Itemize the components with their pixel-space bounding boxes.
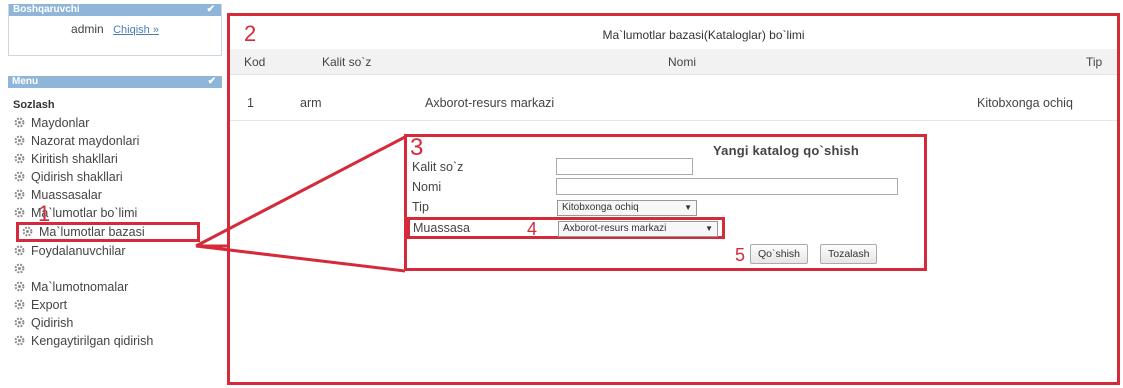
user-panel-title: Boshqaruvchi [13,4,80,15]
menu-panel: Menu ✔ Sozlash Maydonlar Nazorat maydonla… [8,76,222,386]
user-panel-header: Boshqaruvchi ✔ [9,4,221,16]
col-kod: Kod [244,55,266,69]
sidebar-item-label: Kiritish shakllari [31,152,118,166]
sidebar-item[interactable]: Kiritish shakllari [8,150,222,168]
cell-type: Kitobxonga ochiq [977,96,1073,110]
type-label: Tip [412,200,429,214]
menu-header: Menu ✔ [8,76,222,88]
gear-icon [14,317,25,328]
sidebar-item[interactable]: Ma`lumotlar bazasi [16,222,200,242]
annotation-4: 4 [527,219,538,239]
user-panel: Boshqaruvchi ✔ admin Chiqish » [8,4,222,56]
add-button[interactable]: Qo`shish [750,244,809,264]
gear-icon [22,226,33,237]
table-row[interactable]: 1 arm Axborot-resurs markazi Kitobxonga … [230,90,1117,116]
menu-list: Maydonlar Nazorat maydonlari Kiritish shak… [8,114,222,350]
col-keyword: Kalit so`z [322,55,372,69]
col-name: Nomi [668,55,697,69]
annotation-5: 5 [735,245,746,265]
cell-kod: 1 [247,96,254,110]
gear-icon [14,335,25,346]
sidebar-item[interactable] [8,260,222,278]
keyword-input[interactable] [556,158,693,175]
check-icon: ✔ [206,4,215,15]
gear-icon [14,153,25,164]
gear-icon [14,281,25,292]
gear-icon [14,299,25,310]
gear-icon [14,171,25,182]
sidebar-item[interactable]: Nazorat maydonlari [8,132,222,150]
sidebar-item-label: Nazorat maydonlari [31,134,140,148]
name-input[interactable] [556,178,898,195]
gear-icon [14,245,25,256]
dropdown-arrow-icon: ▼ [705,224,713,233]
sidebar-item-label: Export [31,298,68,312]
annotation-3: 3 [410,134,424,161]
user-line: admin Chiqish » [9,16,221,36]
username: admin [71,22,104,36]
sidebar-item-label: Muassasalar [31,188,102,202]
logout-link[interactable]: Chiqish » [113,24,159,36]
type-select-value: Kitobxonga ochiq [562,202,639,213]
sidebar-item[interactable]: Maydonlar [8,114,222,132]
sidebar-item-label: Qidirish shakllari [31,170,123,184]
sidebar-item-label: Ma`lumotlar bazasi [39,225,145,239]
col-type: Tip [1086,55,1103,69]
check-icon: ✔ [207,76,216,87]
form-title: Yangi katalog qo`shish [713,143,859,158]
cell-keyword: arm [300,96,322,110]
institution-row-highlight: Muassasa 4 Axborot-resurs markazi ▼ [407,217,725,239]
catalog-title: Ma`lumotlar bazasi(Kataloglar) bo`limi [602,28,805,42]
institution-select-value: Axborot-resurs markazi [563,223,667,234]
gear-icon [14,135,25,146]
gear-icon [14,263,25,274]
divider [230,120,1117,121]
sidebar-item[interactable]: Qidirish shakllari [8,168,222,186]
keyword-label: Kalit so`z [412,160,464,174]
sidebar-item[interactable]: Ma`lumotnomalar [8,278,222,296]
sidebar-item[interactable]: Foydalanuvchilar [8,242,222,260]
add-catalog-form: 3 Yangi katalog qo`shish Kalit so`z Nomi… [404,134,927,271]
menu-title: Menu [12,76,39,87]
table-header: Kod Kalit so`z Nomi Tip [230,49,1117,75]
sidebar-item-label: Kengaytirilgan qidirish [31,334,154,348]
sidebar-item-label: Foydalanuvchilar [31,244,126,258]
sidebar-item-label: Maydonlar [31,116,90,130]
sidebar-item[interactable]: Qidirish [8,314,222,332]
sidebar-item[interactable]: Kengaytirilgan qidirish [8,332,222,350]
sidebar-item[interactable]: Export [8,296,222,314]
clear-button[interactable]: Tozalash [820,244,878,264]
gear-icon [14,117,25,128]
sidebar-item-label: Qidirish [31,316,74,330]
sidebar-item-label: Ma`lumotnomalar [31,280,129,294]
gear-icon [14,207,25,218]
name-label: Nomi [412,180,442,194]
institution-label: Muassasa [413,221,470,235]
catalog-panel: 2 Ma`lumotlar bazasi(Kataloglar) bo`limi… [227,13,1120,385]
type-select[interactable]: Kitobxonga ochiq ▼ [557,200,697,216]
institution-select[interactable]: Axborot-resurs markazi ▼ [558,221,718,237]
cell-name: Axborot-resurs markazi [425,96,555,110]
dropdown-arrow-icon: ▼ [684,203,692,212]
gear-icon [14,189,25,200]
menu-section-title: Sozlash [13,99,55,111]
